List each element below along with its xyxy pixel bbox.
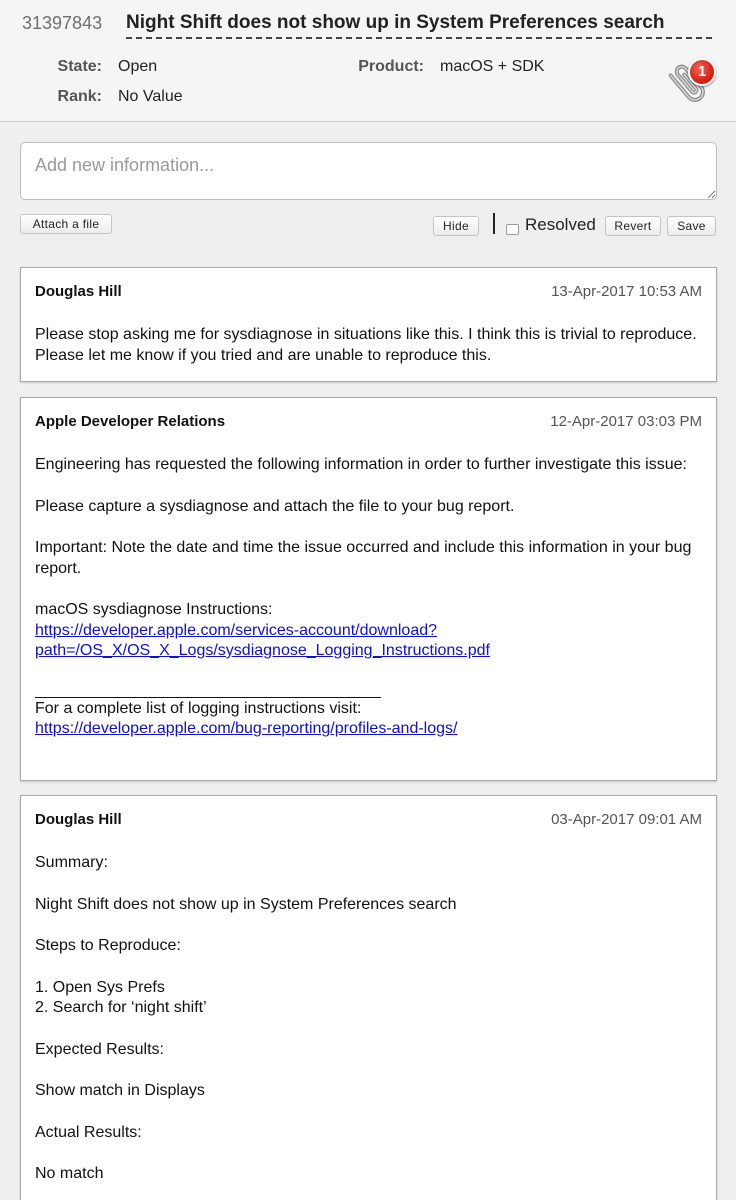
expected-label: Expected Results: <box>35 1040 164 1058</box>
actual-text: No match <box>35 1165 104 1182</box>
attach-file-button[interactable]: Attach a file <box>20 214 112 234</box>
comment-paragraph: Please capture a sysdiagnose and attach … <box>35 497 515 515</box>
bug-id: 31397843 <box>22 13 103 33</box>
comment-paragraph: Important: Note the date and time the is… <box>35 539 692 577</box>
product-value: macOS + SDK <box>440 58 545 75</box>
comment-date: 12-Apr-2017 03:03 PM <box>550 413 702 430</box>
comment-author: Apple Developer Relations <box>35 413 226 430</box>
comment-card: Douglas Hill 13-Apr-2017 10:53 AM Please… <box>20 267 717 382</box>
comment-date: 13-Apr-2017 10:53 AM <box>551 283 702 300</box>
bug-title[interactable]: Night Shift does not show up in System P… <box>126 12 712 39</box>
expected-text: Show match in Displays <box>35 1082 205 1099</box>
comment-body: Summary: Night Shift does not show up in… <box>35 853 704 1185</box>
sysdiagnose-instructions-link-cont[interactable]: path=/OS_X/OS_X_Logs/sysdiagnose_Logging… <box>35 642 490 659</box>
steps-label: Steps to Reproduce: <box>35 937 181 954</box>
separator-line <box>35 683 381 698</box>
step-item: 1. Open Sys Prefs <box>35 978 165 996</box>
profiles-and-logs-link[interactable]: https://developer.apple.com/bug-reportin… <box>35 720 457 737</box>
comment-card: Apple Developer Relations 12-Apr-2017 03… <box>20 397 717 781</box>
save-button[interactable]: Save <box>667 216 716 236</box>
toolbar-divider <box>493 213 495 234</box>
state-label: State: <box>57 58 102 75</box>
complete-list-text: For a complete list of logging instructi… <box>35 699 362 717</box>
summary-text: Night Shift does not show up in System P… <box>35 895 457 913</box>
state-value: Open <box>118 58 158 75</box>
revert-button[interactable]: Revert <box>605 216 661 236</box>
comment-author: Douglas Hill <box>35 283 122 300</box>
step-item: 2. Search for ‘night shift’ <box>35 999 207 1016</box>
product-label: Product: <box>358 58 424 75</box>
actual-label: Actual Results: <box>35 1123 142 1141</box>
sysdiagnose-instructions-link[interactable]: https://developer.apple.com/services-acc… <box>35 622 437 639</box>
comment-author: Douglas Hill <box>35 811 122 828</box>
attachment-count-badge: 1 <box>688 58 716 86</box>
summary-label: Summary: <box>35 854 108 871</box>
rank-value: No Value <box>118 88 183 105</box>
instructions-label: macOS sysdiagnose Instructions: <box>35 601 273 618</box>
rank-label: Rank: <box>57 88 102 105</box>
resolved-checkbox[interactable] <box>506 224 519 235</box>
comment-date: 03-Apr-2017 09:01 AM <box>551 811 702 828</box>
hide-button[interactable]: Hide <box>433 216 479 236</box>
resolved-label: Resolved <box>525 215 596 234</box>
comment-text: Please stop asking me for sysdiagnose in… <box>35 326 697 364</box>
comment-body: Please stop asking me for sysdiagnose in… <box>35 325 704 366</box>
comment-paragraph: Engineering has requested the following … <box>35 456 687 473</box>
bug-header: 31397843 Night Shift does not show up in… <box>0 0 736 122</box>
comment-body: Engineering has requested the following … <box>35 455 704 740</box>
add-information-input[interactable] <box>20 142 717 200</box>
comment-card: Douglas Hill 03-Apr-2017 09:01 AM Summar… <box>20 795 717 1200</box>
